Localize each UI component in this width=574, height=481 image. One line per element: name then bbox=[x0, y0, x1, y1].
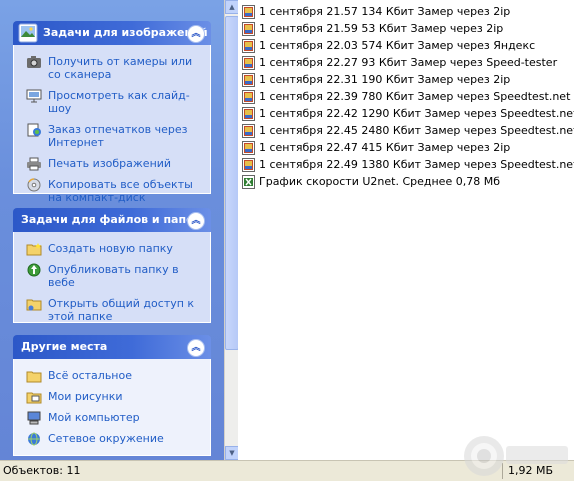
file-name: 1 сентября 22.42 1290 Кбит Замер через S… bbox=[259, 107, 574, 120]
image-file-icon bbox=[242, 107, 255, 121]
file-name: График скорости U2net. Среднее 0,78 Мб bbox=[259, 175, 500, 188]
task-label: Сетевое окружение bbox=[48, 432, 164, 445]
task-slideshow[interactable]: Просмотреть как слайд-шоу bbox=[14, 89, 210, 115]
place-everything-else[interactable]: Всё остальное bbox=[14, 369, 210, 383]
web-publish-icon bbox=[27, 263, 41, 277]
file-name: 1 сентября 21.57 134 Кбит Замер через 2i… bbox=[259, 5, 511, 18]
image-file-icon bbox=[242, 73, 255, 87]
task-get-from-camera[interactable]: Получить от камеры или со сканера bbox=[14, 55, 210, 81]
excel-file-icon bbox=[242, 175, 255, 189]
image-file-icon bbox=[242, 56, 255, 70]
place-my-pictures[interactable]: Мои рисунки bbox=[14, 390, 210, 404]
task-order-prints[interactable]: Заказ отпечатков через Интернет bbox=[14, 123, 210, 149]
slideshow-icon bbox=[26, 89, 42, 103]
panel-title: Задачи для файлов и папок bbox=[21, 213, 202, 226]
file-tasks-header[interactable]: Задачи для файлов и папок ︽ bbox=[13, 208, 211, 232]
task-label: Просмотреть как слайд-шоу bbox=[48, 89, 190, 115]
status-bar: Объектов: 11 1,92 МБ bbox=[0, 460, 574, 481]
file-name: 1 сентября 22.27 93 Кбит Замер через Spe… bbox=[259, 56, 558, 69]
file-name: 1 сентября 22.03 574 Кбит Замер через Ян… bbox=[259, 39, 536, 52]
status-divider bbox=[502, 463, 503, 479]
task-label: Заказ отпечатков через Интернет bbox=[48, 123, 188, 149]
image-file-icon bbox=[242, 141, 255, 155]
total-size: 1,92 МБ bbox=[508, 464, 554, 477]
panel-title: Задачи для изображений bbox=[43, 26, 208, 39]
panel-title: Другие места bbox=[21, 340, 108, 353]
my-pictures-icon bbox=[26, 392, 42, 404]
image-file-icon bbox=[242, 39, 255, 53]
image-file-icon bbox=[242, 90, 255, 104]
task-label: Всё остальное bbox=[48, 369, 132, 382]
picture-tasks-body: Получить от камеры или со сканера Просмо… bbox=[13, 45, 211, 204]
file-tasks-panel: Задачи для файлов и папок ︽ Создать нову… bbox=[13, 208, 211, 323]
image-file-icon bbox=[242, 158, 255, 172]
other-places-header[interactable]: Другие места ︽ bbox=[13, 335, 211, 359]
task-label: Создать новую папку bbox=[48, 242, 173, 255]
task-share-folder[interactable]: Открыть общий доступ к этой папке bbox=[14, 297, 210, 323]
image-file-icon bbox=[242, 5, 255, 19]
file-name: 1 сентября 22.47 415 Кбит Замер через 2i… bbox=[259, 141, 511, 154]
picture-tasks-icon bbox=[18, 23, 38, 43]
image-file-icon bbox=[242, 124, 255, 138]
image-file-icon bbox=[242, 22, 255, 36]
task-copy-to-cd[interactable]: Копировать все объекты на компакт-диск bbox=[14, 178, 210, 204]
place-my-computer[interactable]: Мой компьютер bbox=[14, 411, 210, 425]
new-folder-icon bbox=[26, 243, 42, 256]
task-label: Опубликовать папку в вебе bbox=[48, 263, 179, 289]
task-print-pictures[interactable]: Печать изображений bbox=[14, 157, 210, 171]
task-label: Получить от камеры или со сканера bbox=[48, 55, 193, 81]
task-label: Копировать все объекты на компакт-диск bbox=[48, 178, 193, 204]
task-publish-web[interactable]: Опубликовать папку в вебе bbox=[14, 263, 210, 289]
file-tasks-body: Создать новую папку Опубликовать папку в… bbox=[13, 232, 211, 323]
file-name: 1 сентября 22.31 190 Кбит Замер через 2i… bbox=[259, 73, 511, 86]
other-places-body: Всё остальное Мои рисунки Мой компьютер … bbox=[13, 359, 211, 456]
network-icon bbox=[28, 432, 40, 446]
task-label: Печать изображений bbox=[48, 157, 172, 170]
collapse-chevron-icon[interactable]: ︽ bbox=[187, 339, 205, 357]
file-name: 1 сентября 22.49 1380 Кбит Замер через S… bbox=[259, 158, 574, 171]
collapse-chevron-icon[interactable]: ︽ bbox=[187, 212, 205, 230]
scroll-up-button[interactable]: ▲ bbox=[225, 0, 239, 14]
place-network[interactable]: Сетевое окружение bbox=[14, 432, 210, 446]
file-name: 1 сентября 22.39 780 Кбит Замер через Sp… bbox=[259, 90, 571, 103]
task-pane: Задачи для изображений ︽ Получить от кам… bbox=[0, 0, 224, 460]
task-label: Открыть общий доступ к этой папке bbox=[48, 297, 195, 323]
vertical-scrollbar[interactable]: ▲ ▼ bbox=[224, 0, 239, 460]
share-folder-icon bbox=[26, 299, 42, 311]
task-new-folder[interactable]: Создать новую папку bbox=[14, 242, 210, 256]
printer-icon bbox=[27, 157, 41, 171]
file-name: 1 сентября 21.59 53 Кбит Замер через 2ip bbox=[259, 22, 504, 35]
file-name: 1 сентября 22.45 2480 Кбит Замер через S… bbox=[259, 124, 574, 137]
collapse-chevron-icon[interactable]: ︽ bbox=[187, 25, 205, 43]
picture-tasks-panel: Задачи для изображений ︽ Получить от кам… bbox=[13, 21, 211, 204]
file-list: 1 сентября 21.57 134 Кбит Замер через 2i… bbox=[238, 0, 574, 460]
scroll-down-button[interactable]: ▼ bbox=[225, 446, 239, 460]
object-count: Объектов: 11 bbox=[3, 464, 81, 477]
task-label: Мои рисунки bbox=[48, 390, 123, 403]
my-computer-icon bbox=[27, 411, 41, 425]
folder-icon bbox=[26, 371, 42, 383]
picture-tasks-header[interactable]: Задачи для изображений ︽ bbox=[13, 21, 211, 45]
other-places-panel: Другие места ︽ Всё остальное Мои рисунки… bbox=[13, 335, 211, 456]
task-label: Мой компьютер bbox=[48, 411, 140, 424]
order-prints-icon bbox=[27, 123, 41, 137]
cd-copy-icon bbox=[27, 178, 41, 192]
camera-icon bbox=[27, 56, 41, 68]
scroll-thumb[interactable] bbox=[225, 16, 239, 350]
